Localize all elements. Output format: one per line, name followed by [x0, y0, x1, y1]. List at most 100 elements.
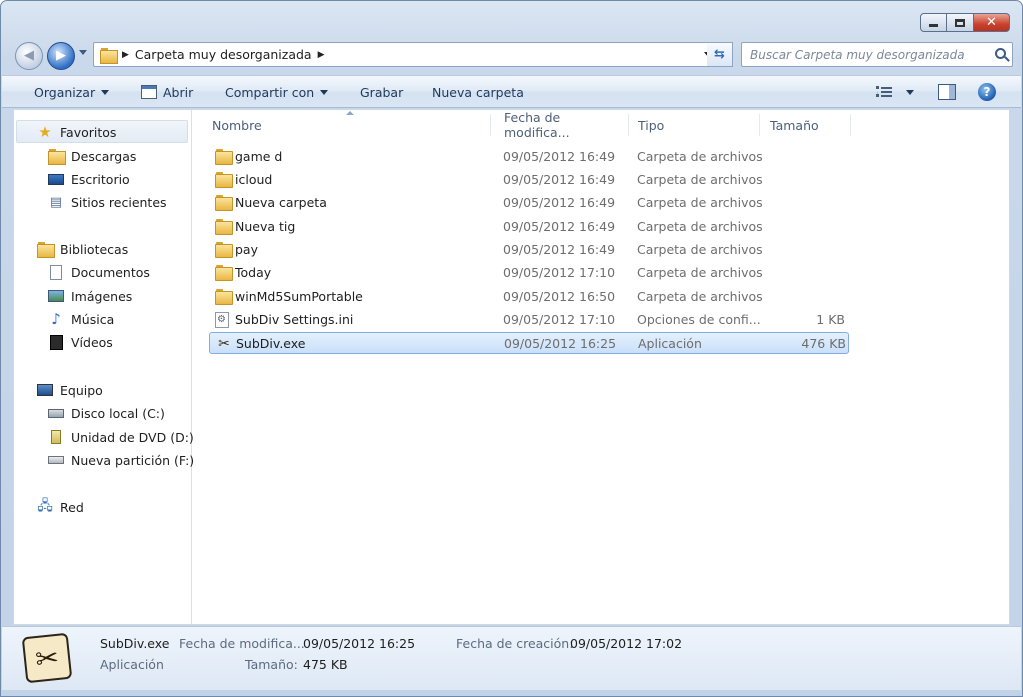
nav-new-partition[interactable]: Nueva partición (F:)	[47, 450, 194, 470]
application-large-icon: ✂	[21, 632, 73, 684]
refresh-icon: ⇆	[714, 47, 725, 62]
column-name-label: Nombre	[212, 117, 262, 133]
close-button[interactable]: ✕	[974, 13, 1010, 32]
file-type: Carpeta de archivos	[637, 289, 763, 304]
file-name: Today	[235, 265, 272, 280]
new-folder-button[interactable]: Nueva carpeta	[432, 76, 524, 108]
search-icon[interactable]	[995, 48, 1006, 59]
nav-libraries[interactable]: Bibliotecas	[36, 239, 128, 259]
file-name: winMd5SumPortable	[235, 289, 363, 304]
column-header-type[interactable]: Tipo	[631, 114, 760, 136]
back-button[interactable]: ◀	[15, 42, 43, 70]
new-folder-label: Nueva carpeta	[432, 84, 524, 100]
folder-icon	[215, 289, 233, 305]
settings-file-icon	[215, 312, 229, 328]
file-name: game d	[235, 149, 283, 164]
drive-icon	[47, 452, 65, 468]
file-name: pay	[235, 242, 258, 257]
videos-icon	[47, 334, 65, 350]
change-view-icon[interactable]	[876, 85, 892, 98]
refresh-button[interactable]: ⇆	[707, 42, 733, 67]
folder-icon	[215, 195, 233, 211]
table-row[interactable]: pay 09/05/2012 16:49 Carpeta de archivos	[209, 239, 849, 261]
hard-drive-icon	[47, 405, 65, 421]
nav-documents[interactable]: Documentos	[47, 262, 150, 282]
nav-network-label: Red	[60, 499, 84, 515]
open-label: Abrir	[163, 84, 194, 100]
breadcrumb-current-folder[interactable]: Carpeta muy desorganizada	[135, 47, 312, 62]
file-date: 09/05/2012 16:49	[503, 195, 616, 210]
organize-button[interactable]: Organizar	[34, 76, 110, 108]
folder-icon	[215, 149, 233, 165]
nav-downloads[interactable]: Descargas	[47, 146, 136, 166]
nav-dvd-drive[interactable]: Unidad de DVD (D:)	[47, 427, 194, 447]
table-row[interactable]: Today 09/05/2012 17:10 Carpeta de archiv…	[209, 262, 849, 284]
details-modified-value: 09/05/2012 16:25	[303, 636, 416, 651]
column-header-name[interactable]: Nombre	[205, 114, 491, 136]
organize-label: Organizar	[34, 84, 96, 100]
nav-music[interactable]: ♪ Música	[47, 309, 114, 329]
forward-button[interactable]: ▶	[47, 42, 75, 70]
preview-pane-icon[interactable]	[938, 84, 956, 100]
column-header-date[interactable]: Fecha de modifica...	[497, 110, 629, 140]
table-row-selected[interactable]: ✂ SubDiv.exe 09/05/2012 16:25 Aplicación…	[209, 332, 849, 354]
file-type: Carpeta de archivos	[637, 172, 763, 187]
folder-icon	[100, 47, 118, 64]
share-with-button[interactable]: Compartir con	[225, 76, 329, 108]
file-date: 09/05/2012 16:25	[504, 336, 617, 351]
file-date: 09/05/2012 17:10	[503, 265, 616, 280]
documents-icon	[47, 264, 65, 280]
file-size: 1 KB	[816, 312, 845, 327]
command-bar: Organizar Abrir Compartir con Grabar Nue…	[2, 75, 1021, 108]
file-date: 09/05/2012 16:49	[503, 219, 616, 234]
breadcrumb-separator-icon[interactable]: ▶	[122, 50, 129, 60]
view-options-dropdown[interactable]	[906, 90, 914, 95]
nav-recent-places[interactable]: ▤ Sitios recientes	[47, 192, 167, 212]
share-label: Compartir con	[225, 84, 315, 100]
table-row[interactable]: icloud 09/05/2012 16:49 Carpeta de archi…	[209, 169, 849, 191]
open-button[interactable]: Abrir	[141, 76, 193, 108]
file-list: Nombre Fecha de modifica... Tipo Tamaño …	[194, 110, 1009, 624]
table-row[interactable]: SubDiv Settings.ini 09/05/2012 17:10 Opc…	[209, 309, 849, 331]
nav-videos[interactable]: Vídeos	[47, 332, 113, 352]
nav-music-label: Música	[71, 311, 115, 327]
breadcrumb-separator-icon[interactable]: ▶	[318, 50, 325, 60]
minimize-icon	[929, 23, 938, 27]
nav-computer[interactable]: Equipo	[36, 380, 103, 400]
minimize-button[interactable]	[920, 13, 947, 32]
help-icon[interactable]: ?	[978, 83, 996, 101]
file-name: SubDiv.exe	[236, 336, 306, 351]
burn-label: Grabar	[360, 84, 404, 100]
search-input[interactable]	[750, 44, 985, 65]
folder-icon	[215, 172, 233, 188]
column-header-size[interactable]: Tamaño	[763, 114, 851, 136]
nav-recent-label: Sitios recientes	[71, 194, 167, 210]
images-icon	[47, 288, 65, 304]
details-created-label: Fecha de creación:	[456, 636, 574, 651]
nav-images[interactable]: Imágenes	[47, 286, 132, 306]
recent-pages-dropdown[interactable]	[79, 50, 87, 55]
file-name: Nueva carpeta	[235, 195, 327, 210]
table-row[interactable]: game d 09/05/2012 16:49 Carpeta de archi…	[209, 146, 849, 168]
nav-desktop[interactable]: Escritorio	[47, 169, 130, 189]
file-type: Aplicación	[638, 336, 702, 351]
star-icon: ★	[38, 123, 52, 141]
table-row[interactable]: winMd5SumPortable 09/05/2012 16:50 Carpe…	[209, 286, 849, 308]
file-type: Carpeta de archivos	[637, 242, 763, 257]
back-arrow-icon: ◀	[24, 48, 34, 63]
address-bar[interactable]: ▶ Carpeta muy desorganizada ▶	[93, 42, 719, 67]
burn-button[interactable]: Grabar	[360, 76, 403, 108]
nav-favorites-label: Favoritos	[60, 124, 117, 140]
nav-favorites[interactable]: ★ Favoritos	[36, 122, 116, 142]
table-row[interactable]: Nueva carpeta 09/05/2012 16:49 Carpeta d…	[209, 192, 849, 214]
nav-local-disk[interactable]: Disco local (C:)	[47, 403, 165, 423]
file-date: 09/05/2012 17:10	[503, 312, 616, 327]
nav-network[interactable]: 🖧 Red	[36, 497, 84, 517]
file-size: 476 KB	[801, 336, 846, 351]
file-date: 09/05/2012 16:49	[503, 242, 616, 257]
column-size-label: Tamaño	[770, 117, 819, 133]
table-row[interactable]: Nueva tig 09/05/2012 16:49 Carpeta de ar…	[209, 216, 849, 238]
maximize-button[interactable]	[947, 13, 974, 32]
file-type: Carpeta de archivos	[637, 195, 763, 210]
details-created-value: 09/05/2012 17:02	[570, 636, 683, 651]
